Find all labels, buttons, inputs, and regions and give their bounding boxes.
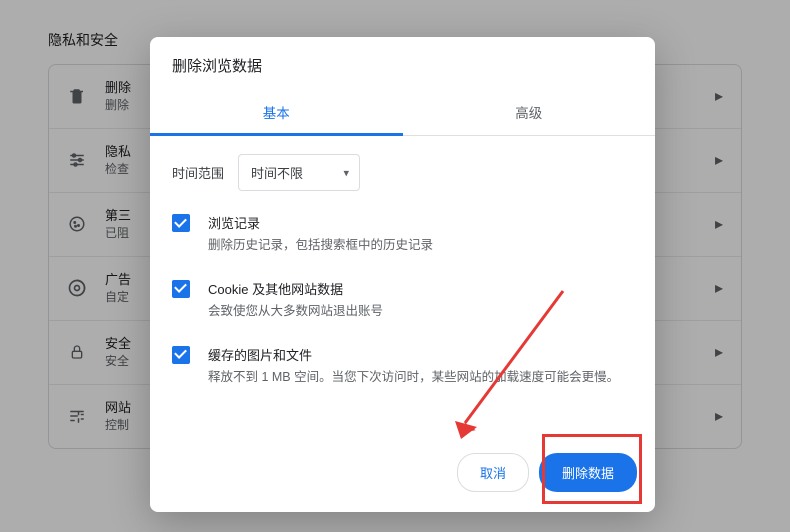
dialog-tabs: 基本 高级	[150, 90, 655, 136]
option-cookies: Cookie 及其他网站数据 会致使您从大多数网站退出账号	[172, 279, 633, 321]
time-range-label: 时间范围	[172, 163, 224, 182]
option-text: 浏览记录 删除历史记录，包括搜索框中的历史记录	[208, 213, 433, 255]
option-title: Cookie 及其他网站数据	[208, 279, 383, 298]
tab-advanced[interactable]: 高级	[403, 90, 656, 135]
dialog-body: 时间范围 时间不限 浏览记录 删除历史记录，包括搜索框中的历史记录 Cookie…	[150, 136, 655, 441]
dialog-title: 删除浏览数据	[150, 37, 655, 84]
option-text: 缓存的图片和文件 释放不到 1 MB 空间。当您下次访问时，某些网站的加载速度可…	[208, 345, 619, 387]
clear-data-dialog: 删除浏览数据 基本 高级 时间范围 时间不限 浏览记录 删除历史记录，包括搜索框…	[150, 37, 655, 512]
confirm-button[interactable]: 删除数据	[539, 453, 637, 492]
option-browsing-history: 浏览记录 删除历史记录，包括搜索框中的历史记录	[172, 213, 633, 255]
time-range-select[interactable]: 时间不限	[238, 154, 360, 191]
option-text: Cookie 及其他网站数据 会致使您从大多数网站退出账号	[208, 279, 383, 321]
dialog-footer: 取消 删除数据	[150, 441, 655, 512]
tab-basic[interactable]: 基本	[150, 90, 403, 135]
cancel-button[interactable]: 取消	[457, 453, 529, 492]
time-range-value: 时间不限	[251, 166, 303, 181]
option-description: 删除历史记录，包括搜索框中的历史记录	[208, 236, 433, 255]
time-range-row: 时间范围 时间不限	[172, 154, 633, 191]
option-description: 释放不到 1 MB 空间。当您下次访问时，某些网站的加载速度可能会更慢。	[208, 368, 619, 387]
option-description: 会致使您从大多数网站退出账号	[208, 302, 383, 321]
option-cache: 缓存的图片和文件 释放不到 1 MB 空间。当您下次访问时，某些网站的加载速度可…	[172, 345, 633, 387]
option-title: 浏览记录	[208, 213, 433, 232]
option-title: 缓存的图片和文件	[208, 345, 619, 364]
checkbox-cache[interactable]	[172, 346, 190, 364]
checkbox-cookies[interactable]	[172, 280, 190, 298]
checkbox-browsing-history[interactable]	[172, 214, 190, 232]
